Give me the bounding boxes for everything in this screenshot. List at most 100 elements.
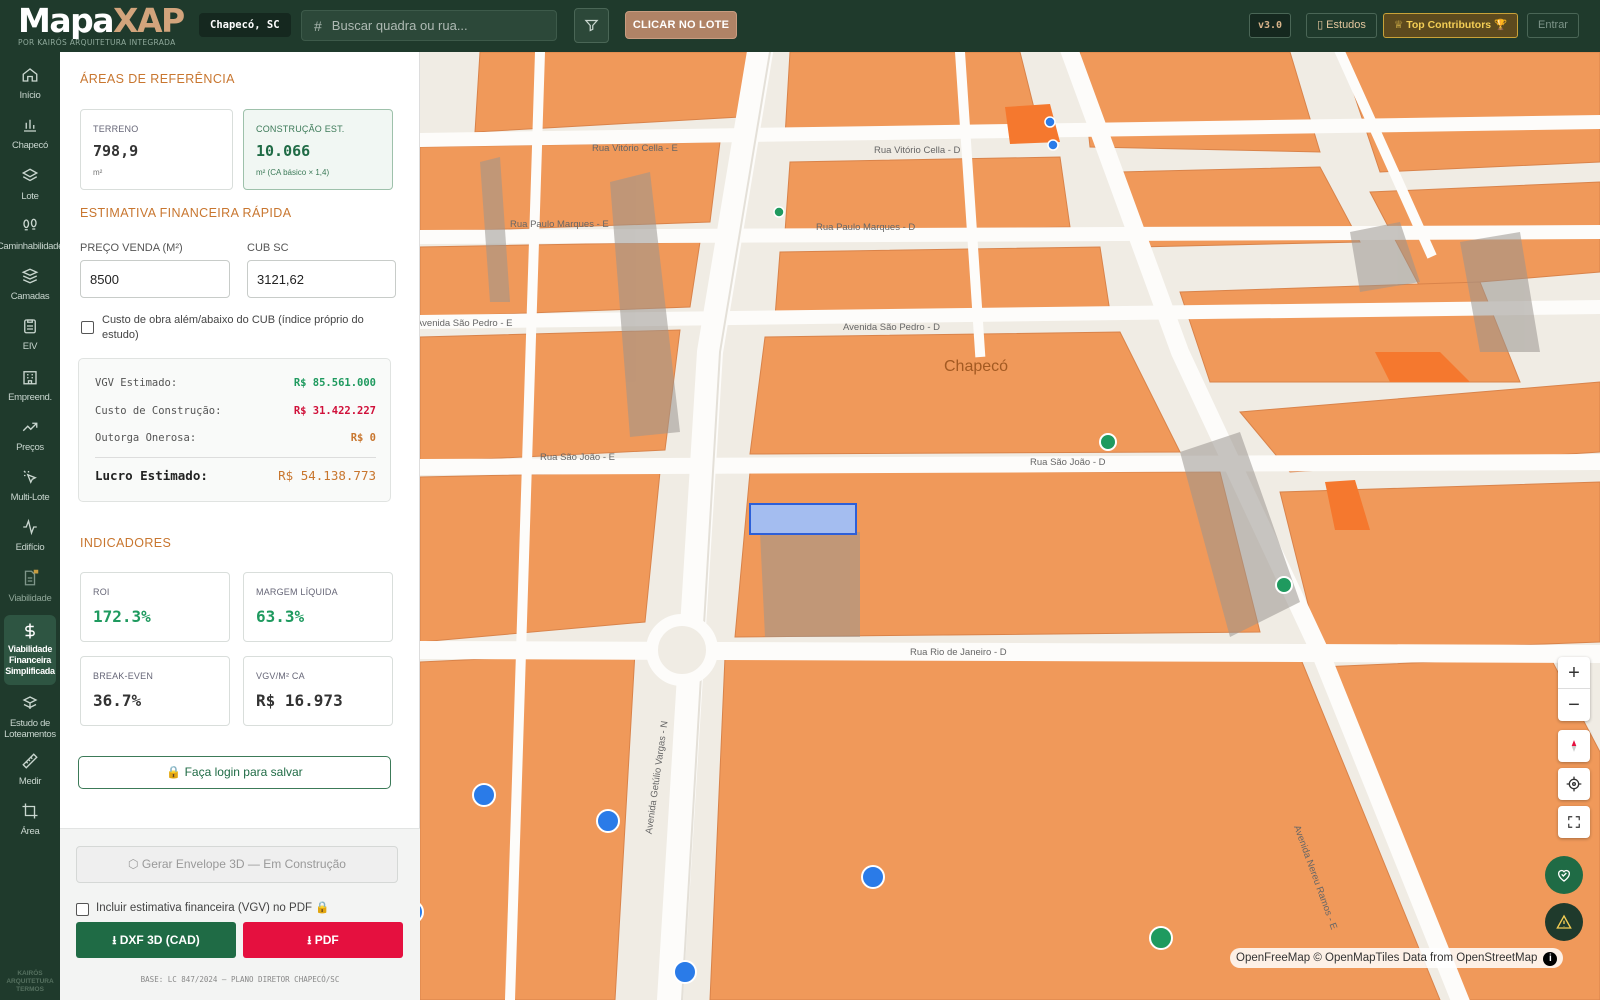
vgv-value: R$ 85.561.000 bbox=[293, 377, 376, 389]
subdivision-icon bbox=[22, 696, 38, 709]
footprints-icon bbox=[23, 218, 37, 231]
filter-icon bbox=[584, 19, 599, 32]
dollar-icon bbox=[25, 623, 35, 639]
nav-label: EIV bbox=[22, 341, 38, 352]
map-canvas[interactable]: Chapecó Rua Vitório Cella - E Rua Vitóri… bbox=[420, 52, 1600, 1000]
zoom-in-button[interactable]: + bbox=[1558, 657, 1590, 689]
nav-item-area[interactable]: Área bbox=[0, 802, 60, 837]
nav-item-medir[interactable]: Medir bbox=[0, 752, 60, 787]
bar-chart-icon bbox=[24, 119, 36, 132]
clicar-no-lote-button[interactable]: CLICAR NO LOTE bbox=[625, 11, 737, 39]
street-label: Avenida São Pedro - D bbox=[843, 322, 940, 333]
version-badge: v3.0 bbox=[1249, 13, 1292, 38]
outorga-label: Outorga Onerosa: bbox=[95, 432, 197, 444]
roi-card: ROI 172.3% bbox=[80, 572, 230, 642]
margem-card: MARGEM LÍQUIDA 63.3% bbox=[243, 572, 393, 642]
nav-item-viabilidade-financeira[interactable]: Viabilidade Financeira Simplificada bbox=[4, 615, 56, 685]
nav-label: Chapecó bbox=[12, 140, 48, 151]
app-logo[interactable]: MapaXAP POR KAIRÓS ARQUITETURA INTEGRADA bbox=[18, 2, 193, 50]
nav-item-viabilidade[interactable]: Viabilidade bbox=[0, 569, 60, 604]
pdf-export-button[interactable]: ⭳ PDF bbox=[243, 922, 403, 958]
hash-icon: # bbox=[314, 17, 322, 34]
nav-item-edificio[interactable]: Edifício bbox=[0, 518, 60, 553]
outorga-row: Outorga Onerosa: R$ 0 bbox=[95, 432, 376, 444]
preco-venda-input[interactable] bbox=[80, 260, 230, 298]
search-input[interactable] bbox=[331, 18, 532, 33]
custo-checkbox[interactable] bbox=[81, 321, 94, 334]
nav-label: Área bbox=[20, 826, 40, 837]
zoom-out-button[interactable]: − bbox=[1558, 689, 1590, 721]
terreno-unit: m² bbox=[93, 168, 103, 177]
street-label: Rua Rio de Janeiro - D bbox=[910, 647, 1007, 658]
nav-item-caminhabilidade[interactable]: Caminhabilidade bbox=[0, 217, 63, 252]
left-nav: Início Chapecó Lote Caminhabilidade Cama… bbox=[0, 52, 63, 1000]
summary-divider bbox=[95, 457, 376, 458]
compass-button[interactable] bbox=[1558, 730, 1590, 762]
fullscreen-icon bbox=[1568, 816, 1580, 828]
nav-item-inicio[interactable]: Início bbox=[0, 66, 60, 101]
nav-item-empreend[interactable]: Empreend. bbox=[0, 368, 60, 403]
entrar-button[interactable]: Entrar bbox=[1527, 13, 1579, 38]
terreno-card: TERRENO 798,9 m² bbox=[80, 109, 233, 190]
breakeven-label: BREAK-EVEN bbox=[93, 671, 154, 681]
financial-summary: VGV Estimado: R$ 85.561.000 Custo de Cons… bbox=[78, 358, 391, 502]
street-label: Avenida São Pedro - E bbox=[420, 318, 513, 329]
cub-label: CUB SC bbox=[247, 242, 289, 254]
dxf-export-button[interactable]: ⭳ DXF 3D (CAD) bbox=[76, 922, 236, 958]
nav-item-eiv[interactable]: EIV bbox=[0, 317, 60, 352]
roi-value: 172.3% bbox=[93, 607, 151, 626]
city-badge[interactable]: Chapecó, SC bbox=[199, 13, 291, 37]
filter-button[interactable] bbox=[574, 8, 609, 43]
crosshair-icon bbox=[1566, 776, 1582, 792]
nav-label: Medir bbox=[18, 776, 42, 787]
map-attribution[interactable]: OpenFreeMap © OpenMapTiles Data from Ope… bbox=[1230, 948, 1564, 968]
nav-item-precos[interactable]: Preços bbox=[0, 418, 60, 453]
report-issue-button[interactable] bbox=[1545, 903, 1583, 941]
include-vgv-label: Incluir estimativa financeira (VGV) no P… bbox=[96, 902, 330, 914]
top-contributors-label: Top Contributors 🏆 bbox=[1406, 19, 1508, 31]
street-label: Rua Paulo Marques - D bbox=[816, 222, 916, 233]
nav-item-camadas[interactable]: Camadas bbox=[0, 267, 60, 302]
locate-button[interactable] bbox=[1558, 768, 1590, 800]
nav-item-estudo-loteamentos[interactable]: Estudo de Loteamentos bbox=[0, 694, 60, 740]
street-label: Rua São João - D bbox=[1030, 457, 1106, 468]
nav-item-multi-lote[interactable]: Multi-Lote bbox=[0, 468, 60, 503]
include-vgv-checkbox[interactable] bbox=[76, 903, 89, 916]
search-box[interactable]: # bbox=[301, 10, 557, 41]
street-label: Rua Vitório Cella - E bbox=[592, 143, 678, 154]
fullscreen-button[interactable] bbox=[1558, 806, 1590, 838]
top-contributors-button[interactable]: ♕ Top Contributors 🏆 bbox=[1383, 13, 1518, 38]
panel-footer: ⬡ Gerar Envelope 3D — Em Construção Incl… bbox=[60, 828, 420, 1000]
nav-item-lote[interactable]: Lote bbox=[0, 167, 60, 202]
crop-icon bbox=[22, 803, 38, 819]
nav-label: Multi-Lote bbox=[10, 492, 50, 503]
custo-checkbox-label: Custo de obra além/abaixo do CUB (índice… bbox=[102, 314, 364, 341]
estudos-button[interactable]: ▯ Estudos bbox=[1306, 13, 1377, 38]
generate-envelope-button[interactable]: ⬡ Gerar Envelope 3D — Em Construção bbox=[76, 846, 398, 883]
ref-areas-title: ÁREAS DE REFERÊNCIA bbox=[80, 72, 235, 86]
construcao-unit: m² (CA básico × 1,4) bbox=[256, 168, 330, 177]
nav-label: Lote bbox=[21, 191, 39, 202]
home-icon bbox=[22, 68, 38, 82]
pointer-icon bbox=[23, 470, 37, 484]
clipboard-icon bbox=[24, 319, 36, 334]
selected-lot[interactable] bbox=[749, 503, 857, 535]
street-label: Rua São João - E bbox=[540, 452, 615, 463]
login-to-save-button[interactable]: 🔒 Faça login para salvar bbox=[78, 756, 391, 789]
breakeven-card: BREAK-EVEN 36.7% bbox=[80, 656, 230, 726]
attribution-text: OpenFreeMap © OpenMapTiles Data from Ope… bbox=[1236, 952, 1538, 964]
cub-sc-input[interactable] bbox=[247, 260, 396, 298]
vgv-m2-label: VGV/M² CA bbox=[256, 671, 305, 681]
lucro-row: Lucro Estimado: R$ 54.138.773 bbox=[95, 468, 376, 483]
outorga-value: R$ 0 bbox=[350, 432, 376, 444]
nav-footer: KAIRÓS ARQUITETURA TERMOS bbox=[6, 970, 54, 993]
vgv-row: VGV Estimado: R$ 85.561.000 bbox=[95, 377, 376, 389]
construcao-value: 10.066 bbox=[256, 142, 311, 160]
construcao-card: CONSTRUÇÃO EST. 10.066 m² (CA básico × 1… bbox=[243, 109, 393, 190]
trend-up-icon bbox=[22, 422, 38, 432]
viability-panel: ÁREAS DE REFERÊNCIA TERRENO 798,9 m² CON… bbox=[60, 52, 420, 1000]
info-icon[interactable]: i bbox=[1543, 952, 1558, 966]
nav-item-chapeco[interactable]: Chapecó bbox=[0, 116, 60, 151]
locked-document-icon bbox=[24, 569, 39, 586]
favorite-lot-button[interactable] bbox=[1545, 856, 1583, 894]
